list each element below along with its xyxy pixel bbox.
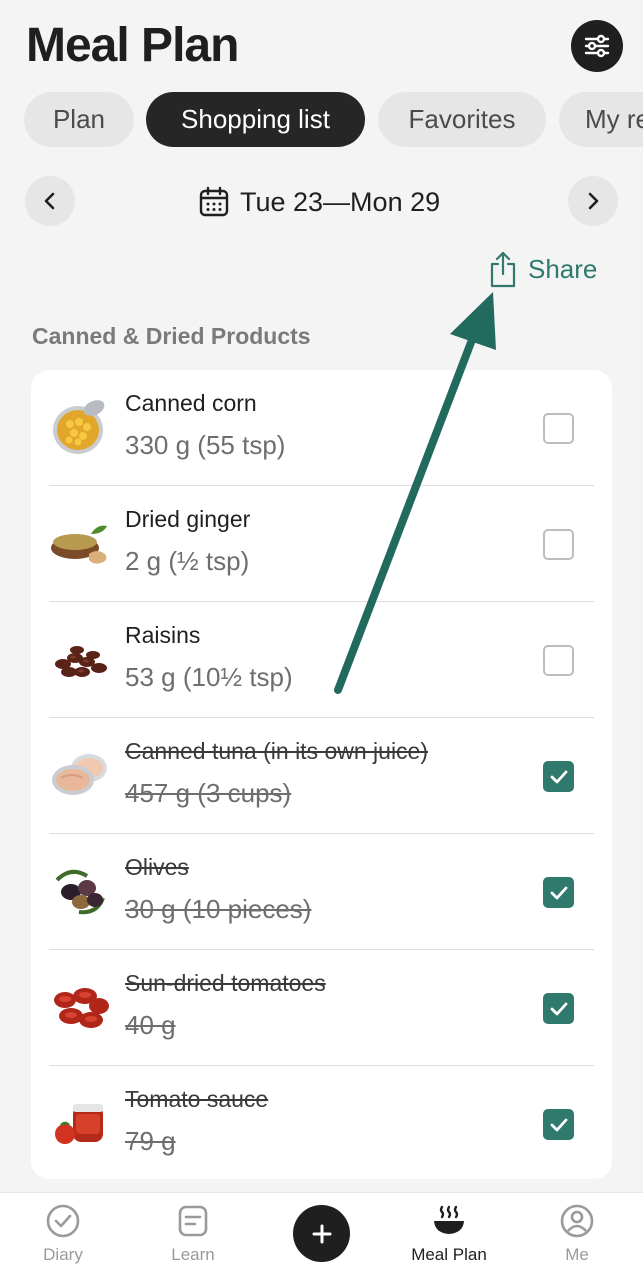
- check-circle-icon: [46, 1204, 80, 1238]
- list-item[interactable]: Tomato sauce 79 g: [31, 1066, 612, 1182]
- nav-meal-plan-label: Meal Plan: [411, 1245, 487, 1264]
- nav-me[interactable]: Me: [522, 1203, 632, 1265]
- nav-learn-label: Learn: [171, 1245, 215, 1264]
- item-quantity: 79 g: [125, 1126, 176, 1156]
- item-quantity: 457 g (3 cups): [125, 778, 292, 808]
- item-name: Olives: [125, 854, 189, 880]
- item-name: Dried ginger: [125, 506, 251, 532]
- item-quantity: 2 g (½ tsp): [125, 546, 250, 576]
- tab-plan[interactable]: Plan: [24, 92, 134, 147]
- item-quantity: 40 g: [125, 1010, 176, 1040]
- item-name: Canned tuna (in its own juice): [125, 738, 428, 764]
- raisins-icon: [49, 628, 111, 690]
- sliders-icon: [584, 34, 610, 58]
- nav-meal-plan[interactable]: Meal Plan: [394, 1203, 504, 1265]
- tab-my-recipes[interactable]: My re: [559, 92, 643, 147]
- book-icon: [178, 1205, 208, 1237]
- item-checkbox[interactable]: [543, 413, 574, 444]
- page-title: Meal Plan: [26, 19, 239, 72]
- item-name: Tomato sauce: [125, 1086, 269, 1112]
- list-item[interactable]: Olives 30 g (10 pieces): [31, 834, 612, 950]
- shopping-list-card: Canned corn 330 g (55 tsp) Dried ginger …: [31, 370, 612, 1179]
- list-item[interactable]: Canned tuna (in its own juice) 457 g (3 …: [31, 718, 612, 834]
- checkmark-icon: [550, 770, 567, 783]
- plus-icon: [312, 1224, 331, 1243]
- olives-icon: [49, 860, 111, 922]
- item-name: Raisins: [125, 622, 201, 648]
- nav-me-label: Me: [565, 1245, 589, 1264]
- chevron-left-icon: [44, 192, 55, 210]
- item-checkbox[interactable]: [543, 877, 574, 908]
- sun-dried-tomatoes-icon: [49, 976, 111, 1038]
- tomato-sauce-icon: [49, 1092, 111, 1154]
- date-range[interactable]: Tue 23—Mon 29: [198, 180, 440, 224]
- canned-corn-icon: [49, 396, 111, 458]
- section-title: Canned & Dried Products: [32, 323, 311, 349]
- item-quantity: 30 g (10 pieces): [125, 894, 312, 924]
- bottom-navigation: Diary Learn Meal Plan Me: [0, 1192, 643, 1280]
- nav-diary[interactable]: Diary: [8, 1203, 118, 1265]
- dried-ginger-icon: [49, 512, 111, 574]
- item-checkbox[interactable]: [543, 761, 574, 792]
- tab-favorites[interactable]: Favorites: [378, 92, 546, 147]
- chevron-right-icon: [588, 192, 599, 210]
- item-checkbox[interactable]: [543, 1109, 574, 1140]
- list-item[interactable]: Sun-dried tomatoes 40 g: [31, 950, 612, 1066]
- share-label: Share: [528, 253, 598, 284]
- add-button[interactable]: [293, 1205, 350, 1262]
- nav-diary-label: Diary: [43, 1245, 83, 1264]
- canned-tuna-icon: [49, 744, 111, 806]
- share-button[interactable]: Share: [488, 250, 597, 288]
- profile-icon: [560, 1204, 594, 1238]
- tab-shopping-list[interactable]: Shopping list: [146, 92, 365, 147]
- share-icon: [490, 251, 516, 288]
- bowl-icon: [434, 1205, 464, 1234]
- item-checkbox[interactable]: [543, 529, 574, 560]
- checkmark-icon: [550, 1002, 567, 1015]
- previous-week-button[interactable]: [25, 176, 75, 226]
- filter-settings-button[interactable]: [571, 20, 623, 72]
- checkmark-icon: [550, 1118, 567, 1131]
- list-item[interactable]: Dried ginger 2 g (½ tsp): [31, 486, 612, 602]
- calendar-icon: [199, 186, 229, 217]
- tab-bar: Plan Shopping list Favorites My re: [0, 92, 643, 148]
- item-quantity: 53 g (10½ tsp): [125, 662, 293, 692]
- date-range-label: Tue 23—Mon 29: [240, 186, 441, 217]
- nav-learn[interactable]: Learn: [138, 1203, 248, 1265]
- list-item[interactable]: Raisins 53 g (10½ tsp): [31, 602, 612, 718]
- item-name: Sun-dried tomatoes: [125, 970, 326, 996]
- item-checkbox[interactable]: [543, 645, 574, 676]
- item-name: Canned corn: [125, 390, 257, 416]
- next-week-button[interactable]: [568, 176, 618, 226]
- list-item[interactable]: Canned corn 330 g (55 tsp): [31, 370, 612, 486]
- checkmark-icon: [550, 886, 567, 899]
- item-checkbox[interactable]: [543, 993, 574, 1024]
- item-quantity: 330 g (55 tsp): [125, 430, 286, 460]
